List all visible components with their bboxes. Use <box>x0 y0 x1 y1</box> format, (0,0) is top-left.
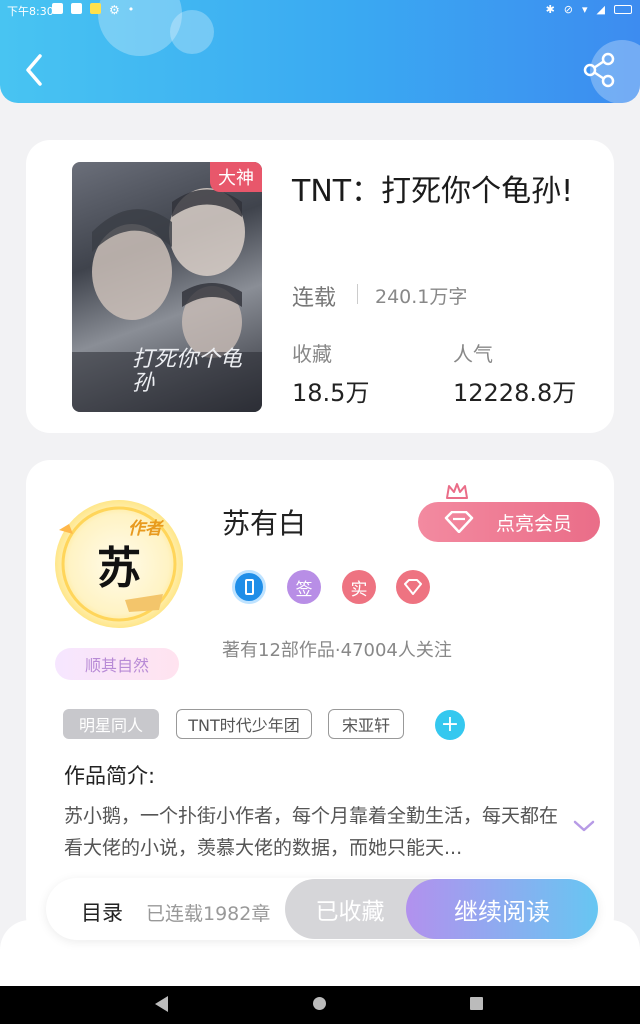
plus-icon: + <box>440 712 460 737</box>
diamond-icon <box>444 511 474 533</box>
chevron-down-icon[interactable] <box>572 818 596 834</box>
author-motto: 顺其自然 <box>55 648 179 680</box>
author-role-tag: 作者 <box>128 519 162 539</box>
dot-icon: • <box>127 3 135 16</box>
diamond-icon <box>404 579 422 595</box>
wifi-icon: ▾ <box>582 3 588 16</box>
popularity-value: 12228.8万 <box>453 379 577 407</box>
book-cover[interactable]: 打死你个龟孙 大神 <box>72 162 262 412</box>
share-button[interactable] <box>580 50 620 90</box>
toc-button[interactable]: 目录 <box>81 897 123 927</box>
back-arrow-icon <box>26 54 42 86</box>
nav-back-icon[interactable] <box>155 996 168 1012</box>
vip-badge-icon[interactable] <box>396 570 430 604</box>
status-time: 下午8:30 <box>7 5 54 18</box>
divider <box>357 284 358 304</box>
back-button[interactable] <box>18 50 52 90</box>
crown-icon <box>446 483 468 499</box>
mute-icon: ⊘ <box>563 3 573 16</box>
collected-button-label: 已收藏 <box>315 899 385 925</box>
vip-button[interactable]: 点亮会员 <box>418 502 600 542</box>
cover-badge: 大神 <box>210 162 262 192</box>
system-icons: ✱ ⊘ ▾ ◢ <box>546 3 632 16</box>
app-notification-icon <box>90 3 101 14</box>
popularity-label: 人气 <box>453 342 493 366</box>
tag-item[interactable]: TNT时代少年团 <box>176 709 312 739</box>
notification-icons: ⚙ • <box>52 3 134 17</box>
favorites-value: 18.5万 <box>292 379 370 407</box>
continue-reading-label: 继续阅读 <box>454 897 550 926</box>
serial-status: 连载 <box>292 286 337 311</box>
signal-icon: ◢ <box>596 3 605 16</box>
nav-home-icon[interactable] <box>313 997 326 1010</box>
signed-badge-label: 签 <box>295 579 313 600</box>
intro-heading: 作品简介: <box>64 764 156 788</box>
chapter-count: 已连载1982章 <box>146 903 271 925</box>
tag-item[interactable]: 宋亚轩 <box>328 709 404 739</box>
bluetooth-icon: ✱ <box>545 3 555 16</box>
nav-recent-apps-icon[interactable] <box>470 997 483 1010</box>
image-notification-icon <box>52 3 63 14</box>
continue-reading-button[interactable]: 继续阅读 <box>406 879 598 939</box>
favorites-label: 收藏 <box>292 342 332 366</box>
level-badge-icon[interactable] <box>232 570 266 604</box>
status-bar: 下午8:30 ⚙ • ✱ ⊘ ▾ ◢ <box>0 0 640 20</box>
battery-icon <box>614 5 632 14</box>
word-count: 240.1万字 <box>375 286 468 308</box>
intro-text[interactable]: 苏小鹅，一个扑街小作者，每个月靠着全勤生活，每天都在看大佬的小说，羡慕大佬的数据… <box>64 800 564 864</box>
photo-notification-icon <box>71 3 82 14</box>
settings-icon: ⚙ <box>109 3 120 17</box>
book-title: TNT：打死你个龟孙! <box>292 174 574 209</box>
verified-badge[interactable]: 实 <box>342 570 376 604</box>
tag-item[interactable]: 明星同人 <box>63 709 159 739</box>
add-tag-button[interactable]: + <box>435 710 465 740</box>
avatar-character: 苏 <box>97 543 141 594</box>
signed-badge[interactable]: 签 <box>287 570 321 604</box>
verified-badge-label: 实 <box>350 579 368 600</box>
vip-button-label: 点亮会员 <box>495 512 572 535</box>
author-name[interactable]: 苏有白 <box>222 502 306 542</box>
cover-title-text: 打死你个龟孙 <box>132 347 243 396</box>
author-avatar[interactable]: 苏 <box>55 500 183 628</box>
author-stats: 著有12部作品·47004人关注 <box>222 640 452 661</box>
share-icon <box>583 52 615 88</box>
level-badge-glyph <box>244 579 254 595</box>
